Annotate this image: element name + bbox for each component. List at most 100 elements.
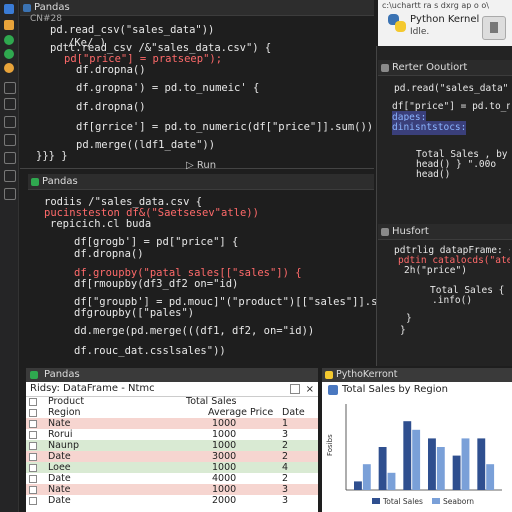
table-row[interactable]: Nate 1000 1 [26,418,318,429]
editor-tab-top[interactable]: Pandas [20,0,374,16]
table-row[interactable]: Naunp 1000 2 [26,440,318,451]
table-cell: 4 [282,462,289,473]
bar [428,438,436,490]
row-checkbox[interactable] [29,464,37,472]
table-cell: 1000 [212,429,237,440]
account-icon[interactable] [4,170,16,182]
table-cell: 2 [282,440,289,451]
close-icon[interactable]: × [306,383,314,397]
code-editor-top[interactable]: pd.read_csv("sales_data")) /Ke/ ) pdtt.r… [20,18,374,168]
output-line: pd.read("sales_data")) [394,83,510,94]
bar [354,481,362,490]
bar [461,438,470,490]
table-header-row: Product Total Sales [26,396,318,407]
kernel-path: c:\uchartt ra s dxrg ap o o\ [382,1,489,10]
history-icon[interactable] [4,98,16,110]
kernel-status: Idle. [410,27,430,37]
column-header[interactable]: Product [48,396,84,407]
bar [436,447,445,490]
row-checkbox[interactable] [29,497,37,505]
table-row[interactable]: Loee 1000 4 [26,462,318,473]
table-cell: 1000 [212,484,237,495]
search-icon[interactable] [4,20,14,30]
code-line: df.rouc_dat.csslsales")) [74,345,226,357]
column-header[interactable]: Date [282,407,305,418]
table-cell: 3 [282,484,289,495]
editor-tab-label: Pandas [34,2,70,13]
gear-icon[interactable] [4,188,16,200]
table-cell: 2000 [212,495,237,506]
output-tab-label: Rerter Ooutiort [392,62,468,73]
table-row[interactable]: Date 4000 2 [26,473,318,484]
table-row[interactable]: Date 2000 3 [26,495,318,506]
code-line: dfgroupby(["pales") [74,307,195,319]
row-checkbox[interactable] [29,486,37,494]
code-editor-mid[interactable]: rodiis /"sales_data.csv { pucinsteston d… [28,192,409,362]
table-cell: 2 [282,473,289,484]
code-line: df.dropna() [74,248,144,260]
dataframe-tab-label: Pandas [44,369,80,380]
run-icon[interactable] [4,35,14,45]
output-line: .info() [432,295,473,306]
activity-sidebar [0,0,19,512]
table-row[interactable]: Date 3000 2 [26,451,318,462]
table-cell: 3 [282,495,289,506]
editor-tab-mid[interactable]: Pandas [28,174,374,190]
row-checkbox[interactable] [29,442,37,450]
code-line: dd.merge(pd.merge(((df1, df2, on="id)) [74,325,315,337]
row-checkbox[interactable] [29,409,37,417]
chart-tab-label: PythoKerront [336,369,398,380]
column-header[interactable]: Average Price [208,407,273,418]
output-line: head() [416,169,451,180]
outline-icon[interactable] [4,82,16,94]
select-all-checkbox[interactable] [29,398,37,406]
bar [378,447,387,490]
database-icon [490,22,498,33]
row-checkbox[interactable] [29,431,37,439]
python-file-icon [23,4,31,12]
terminal-icon[interactable] [4,134,16,146]
code-line: df.dropna() [76,64,146,76]
output-tab-top[interactable]: Rerter Ooutiort [378,60,512,76]
output-tab-bottom[interactable]: Husfort [378,224,512,240]
dataframe-tab[interactable]: Pandas [26,368,318,382]
bar [486,464,495,490]
row-checkbox[interactable] [29,453,37,461]
code-line: }}} } [36,150,68,162]
table-cell: 1000 [212,462,237,473]
debug-icon[interactable] [4,49,14,59]
column-header[interactable]: Region [48,407,81,418]
kernel-button[interactable] [482,16,506,40]
bar [387,472,396,490]
code-line: df[grrice'] = pd.to_numeric(df["price"]]… [76,121,374,133]
legend-label: Total Sales [382,497,423,506]
column-header[interactable]: Total Sales [186,396,237,407]
bar [412,429,421,490]
files-icon[interactable] [4,4,14,14]
dataframe-title: Ridsy: DataFrame - Ntmc [30,383,155,394]
table-row[interactable]: Rorui 1000 3 [26,429,318,440]
expand-icon[interactable] [290,384,300,394]
bar [477,438,486,490]
output-line: } [400,325,406,336]
table-cell: 3 [282,429,289,440]
settings-icon[interactable] [4,152,16,164]
table-cell: Date [48,451,71,462]
editor-tab-label: Pandas [42,176,78,187]
legend-swatch [432,498,440,504]
code-line: df[rmoupby(df3_df2 on="id) [74,278,239,290]
dataframe-title-bar: Ridsy: DataFrame - Ntmc × [26,382,318,397]
chart-tab[interactable]: PythoKerront [322,368,512,382]
output-text-top: pd.read("sales_data")) df["price"] = pd.… [380,78,510,218]
table-row[interactable]: Nate 1000 3 [26,484,318,495]
chart-panel: PythoKerront Total Sales by Region Fosib… [322,368,512,512]
run-button[interactable]: ▷ Run [186,160,216,171]
extensions-icon[interactable] [4,63,14,73]
variables-icon[interactable] [4,116,16,128]
table-cell: Date [48,473,71,484]
row-checkbox[interactable] [29,475,37,483]
legend-swatch [372,498,380,504]
row-checkbox[interactable] [29,420,37,428]
dataframe-table: Product Total Sales Region Average Price… [26,396,318,512]
output-line: } [406,313,412,324]
